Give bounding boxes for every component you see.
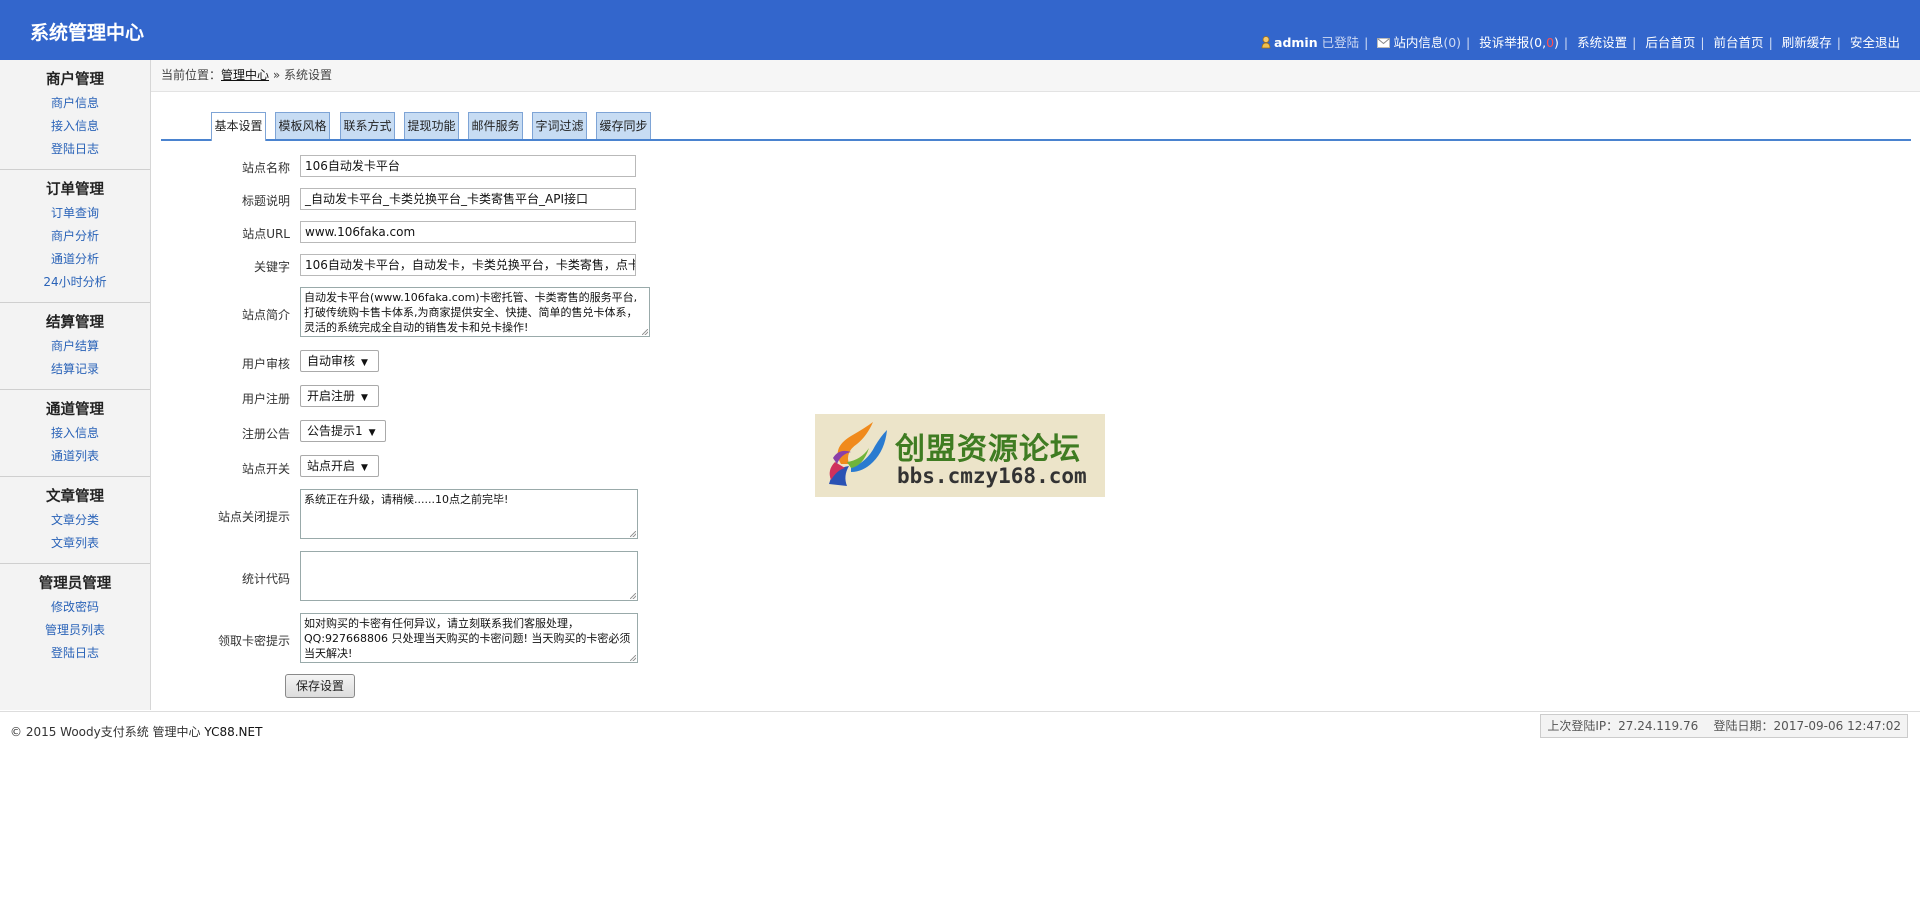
breadcrumb-prefix: 当前位置：	[161, 68, 222, 82]
sidebar-item-article-categories[interactable]: 文章分类	[0, 509, 150, 532]
chevron-down-icon: ▼	[361, 393, 368, 403]
save-settings-button[interactable]: 保存设置	[285, 674, 355, 698]
settings-tabs: 基本设置 模板风格 联系方式 提现功能 邮件服务 字词过滤 缓存同步	[161, 112, 1911, 141]
breadcrumb-current: 系统设置	[284, 68, 333, 82]
sidebar-group-title: 管理员管理	[38, 576, 112, 592]
user-review-label: 用户审核	[241, 357, 290, 371]
sidebar-item-login-log[interactable]: 登陆日志	[0, 138, 150, 161]
sidebar-group-orders: 订单管理 订单查询 商户分析 通道分析 24小时分析	[0, 170, 150, 303]
chevron-down-icon: ▼	[361, 358, 368, 368]
sidebar-item-admin-login-log[interactable]: 登陆日志	[0, 642, 150, 665]
sidebar: 商户管理 商户信息 接入信息 登陆日志 订单管理 订单查询 商户分析 通道分析 …	[0, 60, 151, 710]
sidebar-group-title: 结算管理	[46, 315, 104, 331]
top-nav: admin 已登陆 | 站内信息(0) | 投诉举报(0,0) | 系统设置 | 后台首…	[1261, 32, 1900, 51]
sidebar-group-title: 文章管理	[46, 489, 104, 505]
tab-mail-service[interactable]: 邮件服务	[468, 112, 523, 139]
user-register-select[interactable]: 开启注册 ▼	[300, 385, 379, 407]
sidebar-item-settlement-records[interactable]: 结算记录	[0, 358, 150, 381]
nav-logout[interactable]: 安全退出	[1850, 35, 1900, 50]
tab-template-style[interactable]: 模板风格	[275, 112, 330, 139]
resize-grip-icon[interactable]	[642, 329, 648, 335]
resize-grip-icon[interactable]	[630, 593, 636, 599]
sidebar-item-access-info[interactable]: 接入信息	[0, 115, 150, 138]
sidebar-item-article-list[interactable]: 文章列表	[0, 532, 150, 555]
site-url-label: 站点URL	[242, 227, 290, 241]
close-tip-textarea[interactable]: 系统正在升级，请稍候......10点之前完毕!	[300, 489, 638, 539]
last-login-info: 上次登陆IP：27.24.119.76 登陆日期：2017-09-06 12:4…	[1540, 714, 1908, 738]
sidebar-item-channel-list[interactable]: 通道列表	[0, 445, 150, 468]
close-tip-label: 站点关闭提示	[217, 510, 290, 524]
user-review-select[interactable]: 自动审核 ▼	[300, 350, 379, 372]
resize-grip-icon[interactable]	[630, 655, 636, 661]
sidebar-group-settlement: 结算管理 商户结算 结算记录	[0, 303, 150, 390]
user-icon	[1261, 36, 1271, 49]
resize-grip-icon[interactable]	[630, 531, 636, 537]
site-switch-label: 站点开关	[241, 462, 290, 476]
sidebar-item-channel-analysis[interactable]: 通道分析	[0, 248, 150, 271]
tab-contact[interactable]: 联系方式	[340, 112, 395, 139]
breadcrumb-separator: »	[269, 68, 285, 82]
card-tip-label: 领取卡密提示	[217, 634, 290, 648]
keywords-label: 关键字	[253, 260, 290, 274]
sidebar-group-merchant: 商户管理 商户信息 接入信息 登陆日志	[0, 60, 150, 170]
card-tip-textarea[interactable]: 如对购买的卡密有任何异议，请立刻联系我们客服处理，QQ:927668806 只处…	[300, 613, 638, 663]
chevron-down-icon: ▼	[361, 463, 368, 473]
copyright-text: © 2015 Woody支付系统 管理中心 YC88.NET	[10, 725, 263, 739]
keywords-input[interactable]: 106自动发卡平台，自动发卡，卡类兑换平台，卡类寄售，点卡	[300, 254, 636, 276]
site-name-label: 站点名称	[241, 161, 290, 175]
sidebar-item-merchant-settlement[interactable]: 商户结算	[0, 335, 150, 358]
user-register-label: 用户注册	[241, 392, 290, 406]
last-login-ip: 27.24.119.76	[1618, 719, 1699, 733]
tab-cache-sync[interactable]: 缓存同步	[596, 112, 651, 139]
sidebar-group-articles: 文章管理 文章分类 文章列表	[0, 477, 150, 564]
nav-refresh-cache[interactable]: 刷新缓存	[1782, 35, 1832, 50]
title-desc-label: 标题说明	[241, 194, 290, 208]
register-notice-label: 注册公告	[241, 427, 290, 441]
sidebar-item-order-query[interactable]: 订单查询	[0, 202, 150, 225]
stats-code-label: 统计代码	[241, 572, 290, 586]
nav-admin-home[interactable]: 后台首页	[1645, 35, 1695, 50]
tab-basic-settings[interactable]: 基本设置	[211, 112, 266, 141]
breadcrumb: 当前位置：管理中心 » 系统设置	[151, 60, 1920, 92]
stats-code-textarea[interactable]	[300, 551, 638, 601]
nav-front-home[interactable]: 前台首页	[1714, 35, 1764, 50]
watermark-url: bbs.cmzy168.com	[897, 464, 1087, 488]
footer-brand: YC88.NET	[204, 725, 263, 739]
sidebar-item-admin-list[interactable]: 管理员列表	[0, 619, 150, 642]
inbox-link[interactable]: 站内信息(0)	[1393, 35, 1461, 50]
sidebar-item-merchant-info[interactable]: 商户信息	[0, 92, 150, 115]
forum-watermark-logo: 创盟资源论坛 bbs.cmzy168.com	[815, 414, 1105, 497]
sidebar-group-admins: 管理员管理 修改密码 管理员列表 登陆日志	[0, 564, 150, 673]
login-status: 已登陆	[1321, 35, 1360, 50]
sidebar-group-channels: 通道管理 接入信息 通道列表	[0, 390, 150, 477]
tab-withdrawal[interactable]: 提现功能	[404, 112, 459, 139]
complaints-link[interactable]: 投诉举报(0,0)	[1479, 35, 1559, 50]
footer: © 2015 Woody支付系统 管理中心 YC88.NET 上次登陆IP：27…	[0, 711, 1920, 748]
register-notice-select[interactable]: 公告提示1 ▼	[300, 420, 386, 442]
breadcrumb-home-link[interactable]: 管理中心	[221, 68, 269, 82]
sidebar-item-24h-analysis[interactable]: 24小时分析	[0, 271, 150, 294]
sidebar-item-change-password[interactable]: 修改密码	[0, 596, 150, 619]
nav-system-settings[interactable]: 系统设置	[1577, 35, 1627, 50]
last-login-date: 2017-09-06 12:47:02	[1773, 719, 1901, 733]
watermark-title: 创盟资源论坛	[895, 432, 1081, 467]
site-switch-select[interactable]: 站点开启 ▼	[300, 455, 379, 477]
username[interactable]: admin	[1274, 35, 1318, 50]
sidebar-group-title: 商户管理	[46, 72, 104, 88]
site-intro-textarea[interactable]: 自动发卡平台(www.106faka.com)卡密托管、卡类寄售的服务平台,打破…	[300, 287, 650, 337]
sidebar-group-title: 订单管理	[46, 182, 104, 198]
site-name-input[interactable]: 106自动发卡平台	[300, 155, 636, 177]
forum-logo-icon	[829, 422, 887, 486]
site-url-input[interactable]: www.106faka.com	[300, 221, 636, 243]
sidebar-group-title: 通道管理	[46, 402, 104, 418]
app-title: 系统管理中心	[30, 22, 145, 44]
title-desc-input[interactable]: _自动发卡平台_卡类兑换平台_卡类寄售平台_API接口	[300, 188, 636, 210]
tab-word-filter[interactable]: 字词过滤	[532, 112, 587, 139]
mail-icon	[1377, 38, 1391, 48]
sidebar-item-channel-access-info[interactable]: 接入信息	[0, 422, 150, 445]
chevron-down-icon: ▼	[368, 428, 376, 438]
site-intro-label: 站点简介	[241, 308, 290, 322]
sidebar-item-merchant-analysis[interactable]: 商户分析	[0, 225, 150, 248]
top-header: 系统管理中心 admin 已登陆 | 站内信息(0) | 投诉举报(0,0) | 系统…	[0, 0, 1920, 60]
